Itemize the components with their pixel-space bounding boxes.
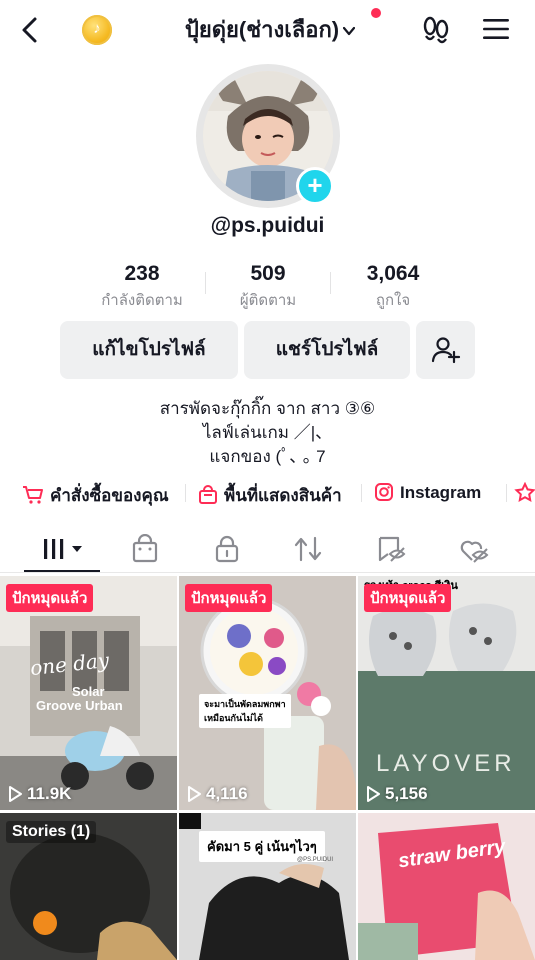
view-count: 4,116 xyxy=(187,784,248,804)
showcase-link[interactable]: พื้นที่แสดงสินค้า xyxy=(198,482,342,508)
view-count-label: 11.9K xyxy=(27,784,72,803)
view-count: 5,156 xyxy=(366,784,428,804)
video-overlay-text: Solar xyxy=(72,684,105,699)
stories-badge: Stories (1) xyxy=(6,821,97,843)
bookmark-hidden-icon[interactable] xyxy=(373,534,409,564)
repost-icon[interactable] xyxy=(290,534,326,564)
video-thumbnail-image xyxy=(358,813,535,960)
play-icon xyxy=(367,786,380,802)
video-thumbnail[interactable]: Stories (1) xyxy=(0,813,177,960)
following-count: 238 xyxy=(124,262,160,285)
video-thumbnail[interactable]: straw berry xyxy=(358,813,535,960)
video-overlay-text: LAYOVER xyxy=(376,750,516,777)
video-overlay-text: Groove Urban xyxy=(36,698,123,713)
instagram-icon xyxy=(375,483,393,501)
play-icon xyxy=(188,786,201,802)
overlay-line: จะมาเป็นพัดลมพกพา xyxy=(204,699,286,709)
menu-icon[interactable] xyxy=(482,16,510,42)
link-divider xyxy=(361,484,362,502)
page-title: ปุ้ยดุ่ย(ช่างเลือก) xyxy=(184,17,340,42)
edit-profile-button[interactable]: แก้ไขโปรไฟล์ xyxy=(60,321,238,379)
video-thumbnail[interactable]: รองเท้า crocs สีเงิน LAYOVER ปักหมุดแล้ว… xyxy=(358,576,535,810)
chevron-down-icon xyxy=(343,27,356,36)
stat-divider xyxy=(330,272,331,294)
view-count-label: 5,156 xyxy=(385,784,428,803)
bio-line-3: แจกของ (ﾟ､ ｡ 7 xyxy=(209,447,326,466)
orders-link-label: คำสั่งซื้อของคุณ xyxy=(50,486,169,505)
add-user-icon xyxy=(431,337,460,364)
coin-glyph: ♪ xyxy=(93,20,101,37)
footprint-icon[interactable] xyxy=(420,14,452,46)
video-overlay-text: จะมาเป็นพัดลมพกพาเหมือนกันไม่ได้ xyxy=(199,694,291,728)
username: @ps.puidui xyxy=(210,214,325,237)
view-count: 11.9K xyxy=(8,784,71,804)
bio-line-2: ไลฟ์เล่นเกม ／|、 xyxy=(202,423,333,442)
active-tab-indicator xyxy=(24,570,100,572)
instagram-link-label: Instagram xyxy=(400,483,482,502)
cart-icon xyxy=(23,486,43,504)
shopping-bag-icon[interactable] xyxy=(127,534,163,564)
profile-links: คำสั่งซื้อของคุณ พื้นที่แสดงสินค้า Insta… xyxy=(0,478,535,508)
link-divider xyxy=(506,484,507,502)
orders-link[interactable]: คำสั่งซื้อของคุณ xyxy=(22,482,169,508)
add-avatar-button[interactable]: + xyxy=(296,167,334,205)
grid-bars-icon[interactable] xyxy=(42,534,88,564)
stat-followers[interactable]: 509 ผู้ติดตาม xyxy=(198,262,338,312)
add-friend-button[interactable] xyxy=(416,321,475,379)
more-links-partial[interactable] xyxy=(514,481,535,503)
video-thumbnail[interactable]: one day Solar Groove Urban ปักหมุดแล้ว 1… xyxy=(0,576,177,810)
account-switcher[interactable]: ปุ้ยดุ่ย(ช่างเลือก) xyxy=(150,12,390,47)
video-thumbnail[interactable]: คัดมา 5 คู่ เน้นๆไวๆ @PS.PUIDUI xyxy=(179,813,356,960)
profile-stats: 238 กำลังติดตาม 509 ผู้ติดตาม 3,064 ถูกใ… xyxy=(0,262,535,312)
shop-bag-icon xyxy=(199,485,217,504)
stat-following[interactable]: 238 กำลังติดตาม xyxy=(72,262,212,312)
followers-label: ผู้ติดตาม xyxy=(239,292,297,309)
stat-divider xyxy=(205,272,206,294)
heart-hidden-icon[interactable] xyxy=(455,534,491,564)
pinned-badge: ปักหมุดแล้ว xyxy=(364,584,452,612)
back-arrow-icon[interactable] xyxy=(14,14,46,46)
overlay-line: เหมือนกันไม่ได้ xyxy=(204,713,263,723)
play-icon xyxy=(9,786,22,802)
instagram-link[interactable]: Instagram xyxy=(374,482,481,503)
video-thumbnail[interactable]: จะมาเป็นพัดลมพกพาเหมือนกันไม่ได้ ปักหมุด… xyxy=(179,576,356,810)
likes-count: 3,064 xyxy=(366,262,420,285)
top-bar: ♪ ปุ้ยดุ่ย(ช่างเลือก) xyxy=(0,0,535,60)
link-divider xyxy=(185,484,186,502)
coin-icon[interactable]: ♪ xyxy=(82,15,112,45)
following-label: กำลังติดตาม xyxy=(101,292,183,309)
showcase-link-label: พื้นที่แสดงสินค้า xyxy=(224,486,342,505)
view-count-label: 4,116 xyxy=(206,784,248,803)
pinned-badge: ปักหมุดแล้ว xyxy=(6,584,94,612)
content-tabs xyxy=(0,524,535,573)
star-sticker-icon xyxy=(514,481,535,502)
bio-line-1: สารพัดจะกุ๊กกิ๊ก จาก สาว ③⑥ xyxy=(159,399,376,418)
notification-dot xyxy=(371,8,381,18)
pinned-badge: ปักหมุดแล้ว xyxy=(185,584,273,612)
likes-label: ถูกใจ xyxy=(375,292,411,309)
stat-likes[interactable]: 3,064 ถูกใจ xyxy=(323,262,463,312)
share-profile-button[interactable]: แชร์โปรไฟล์ xyxy=(244,321,410,379)
video-watermark: @PS.PUIDUI xyxy=(297,857,334,863)
followers-count: 509 xyxy=(250,262,286,285)
lock-icon[interactable] xyxy=(209,534,245,564)
